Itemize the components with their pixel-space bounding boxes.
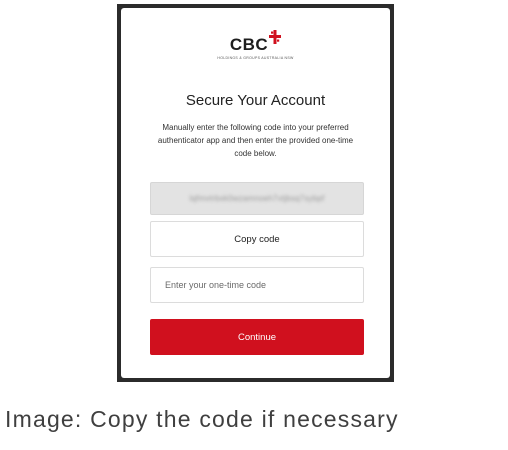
continue-button[interactable]: Continue: [150, 319, 364, 355]
logo-row: CBC: [229, 30, 282, 54]
screenshot-frame: CBC HOLDINGS & GROUPS AUSTRALIA NSW Secu…: [117, 4, 394, 382]
image-caption: Image: Copy the code if necessary: [5, 406, 399, 432]
secret-code-text: lqfmvtrbxk0wzamnoeh7vtjbsq7sybpf: [189, 194, 325, 203]
cbc-logo: CBC HOLDINGS & GROUPS AUSTRALIA NSW: [121, 30, 390, 60]
logo-subtitle: HOLDINGS & GROUPS AUSTRALIA NSW: [217, 56, 294, 60]
logo-cross-icon: [269, 30, 282, 44]
logo-text: CBC: [229, 35, 269, 54]
secret-code-field[interactable]: lqfmvtrbxk0wzamnoeh7vtjbsq7sybpf: [150, 182, 364, 215]
instructions-text: Manually enter the following code into y…: [157, 123, 354, 158]
one-time-code-input[interactable]: [150, 267, 364, 303]
page-title: Secure Your Account: [185, 92, 326, 109]
copy-code-button[interactable]: Copy code: [150, 221, 364, 257]
auth-card: CBC HOLDINGS & GROUPS AUSTRALIA NSW Secu…: [121, 8, 390, 378]
